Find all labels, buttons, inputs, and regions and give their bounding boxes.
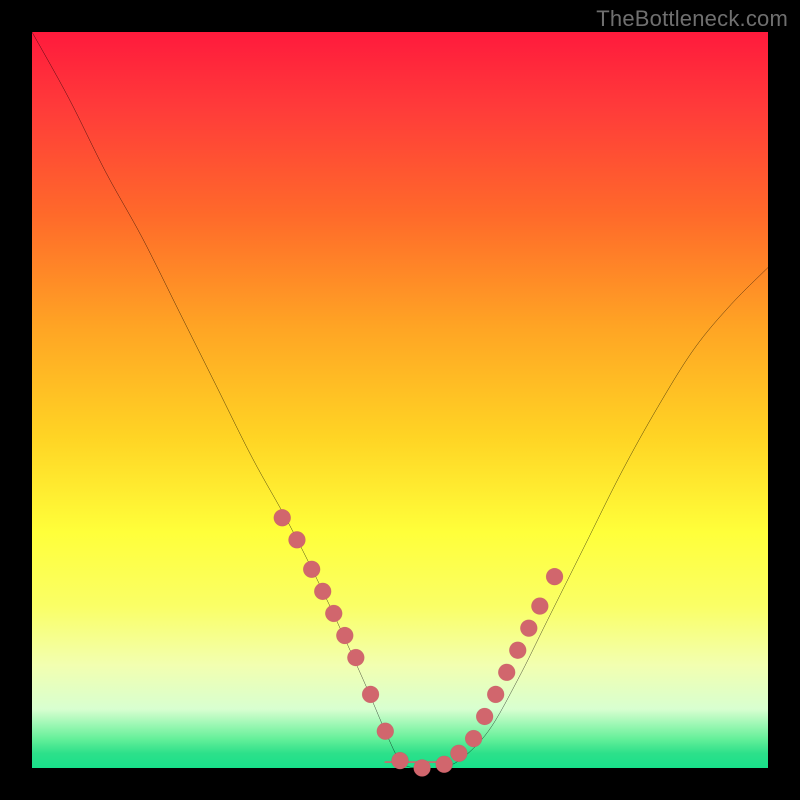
curve-marker [465, 730, 482, 747]
curve-marker [487, 686, 504, 703]
curve-marker [531, 598, 548, 615]
attribution-label: TheBottleneck.com [596, 6, 788, 32]
curve-marker [520, 620, 537, 637]
curve-marker [314, 583, 331, 600]
curve-marker [414, 760, 431, 777]
plot-area [32, 32, 768, 768]
curve-marker [546, 568, 563, 585]
curve-marker [362, 686, 379, 703]
curve-marker [336, 627, 353, 644]
bottleneck-curve [32, 32, 768, 769]
curve-marker [509, 642, 526, 659]
curve-marker [303, 561, 320, 578]
curve-marker [347, 649, 364, 666]
curve-marker [274, 509, 291, 526]
curve-markers [274, 509, 563, 776]
curve-marker [450, 745, 467, 762]
chart-frame: TheBottleneck.com [0, 0, 800, 800]
curve-marker [392, 752, 409, 769]
curve-layer [32, 32, 768, 768]
curve-marker [325, 605, 342, 622]
curve-marker [288, 531, 305, 548]
curve-marker [436, 756, 453, 773]
curve-marker [498, 664, 515, 681]
curve-marker [377, 723, 394, 740]
curve-marker [476, 708, 493, 725]
